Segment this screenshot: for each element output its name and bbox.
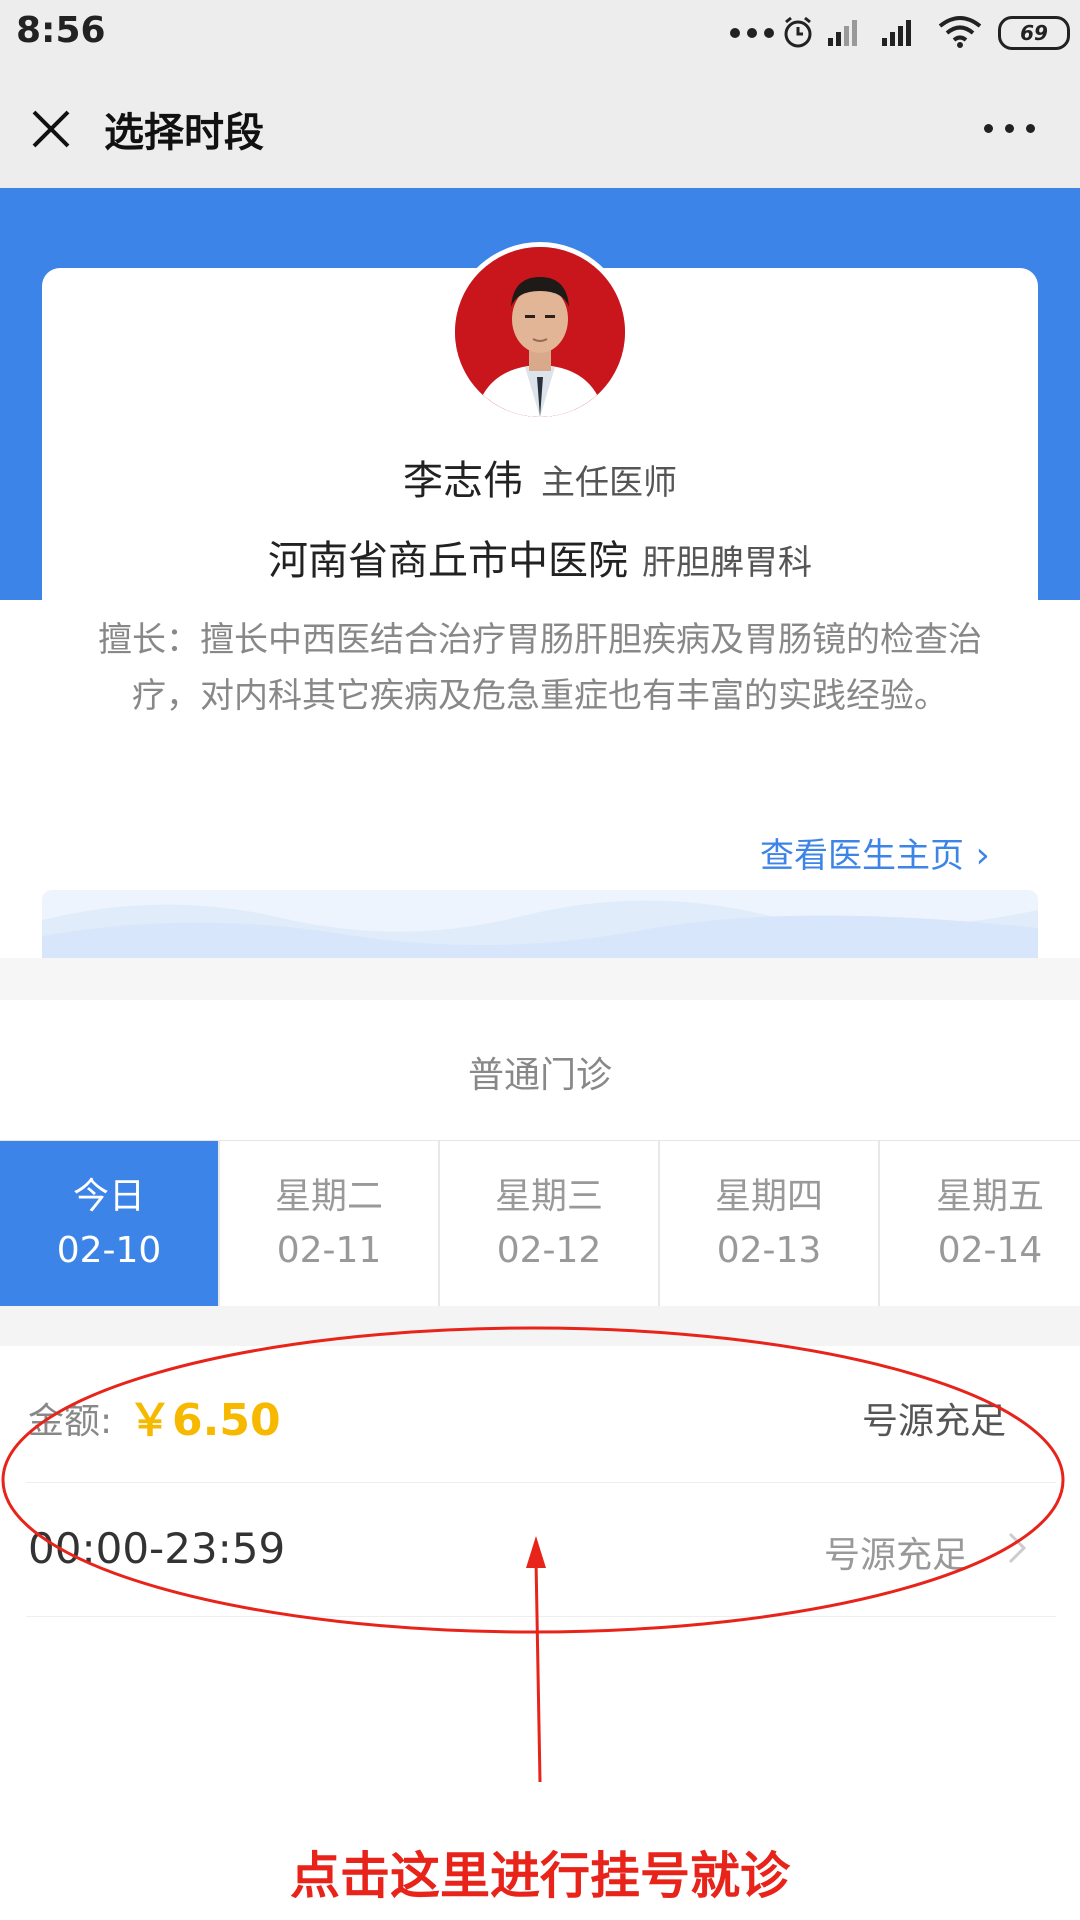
clinic-type: 普通门诊 xyxy=(467,1055,612,1096)
time-slot-status[interactable]: 号源充足 xyxy=(824,1526,968,1578)
chevron-right-icon: › xyxy=(964,835,990,876)
date-tab-4[interactable]: 星期五 02-14 xyxy=(880,1141,1080,1307)
card-wave-decoration xyxy=(42,890,1038,958)
date-tab-2[interactable]: 星期三 02-12 xyxy=(440,1141,660,1307)
status-time: 8:56 xyxy=(16,10,106,51)
date-tab-date: 02-12 xyxy=(496,1230,602,1271)
date-tab-date: 02-14 xyxy=(937,1230,1043,1271)
hospital-name: 河南省商丘市中医院 xyxy=(268,538,628,584)
date-tab-weekday: 星期四 xyxy=(714,1176,823,1217)
date-tab-0[interactable]: 今日 02-10 xyxy=(0,1141,220,1307)
doctor-specialty: 擅长：擅长中西医结合治疗胃肠肝胆疾病及胃肠镜的检查治疗，对内科其它疾病及危急重症… xyxy=(98,620,982,716)
doctor-name-line: 李志伟 主任医师 xyxy=(0,448,1080,506)
doctor-home-link[interactable]: 查看医生主页 › xyxy=(760,828,990,877)
department-name: 肝胆脾胃科 xyxy=(642,543,812,583)
divider xyxy=(26,1616,1056,1617)
date-tab-weekday: 今日 xyxy=(72,1176,145,1217)
doctor-avatar[interactable] xyxy=(450,242,630,422)
notification-dots-icon xyxy=(730,28,774,38)
date-tab-date: 02-11 xyxy=(276,1230,382,1271)
date-tab-weekday: 星期五 xyxy=(935,1176,1044,1217)
page-title: 选择时段 xyxy=(104,110,264,156)
fee-value: ￥6.50 xyxy=(128,1395,281,1446)
doctor-name: 李志伟 xyxy=(403,458,523,504)
date-tab-date: 02-13 xyxy=(716,1230,822,1271)
date-tab-1[interactable]: 星期二 02-11 xyxy=(220,1141,440,1307)
signal-icon-2 xyxy=(882,20,911,46)
date-tabs: 今日 02-10 星期二 02-11 星期三 02-12 星期四 02-13 星… xyxy=(0,1140,1080,1308)
doctor-title: 主任医师 xyxy=(541,463,677,503)
hospital-line: 河南省商丘市中医院 肝胆脾胃科 xyxy=(0,528,1080,586)
annotation-text: 点击这里进行挂号就诊 xyxy=(290,1847,790,1905)
time-slot[interactable]: 00:00-23:59 xyxy=(28,1524,285,1573)
more-icon[interactable] xyxy=(984,124,1035,133)
doctor-home-link-label[interactable]: 查看医生主页 xyxy=(760,836,964,876)
date-tab-weekday: 星期三 xyxy=(494,1176,603,1217)
date-tab-date: 02-10 xyxy=(56,1230,162,1271)
close-icon[interactable] xyxy=(26,104,76,154)
date-tab-weekday: 星期二 xyxy=(274,1176,383,1217)
battery-icon: 69 xyxy=(998,16,1070,50)
availability-status: 号源充足 xyxy=(862,1401,1007,1442)
date-tab-3[interactable]: 星期四 02-13 xyxy=(660,1141,880,1307)
section-divider xyxy=(0,958,1080,1000)
chevron-right-icon[interactable] xyxy=(1006,1530,1028,1566)
signal-icon xyxy=(828,20,857,46)
fee-label: 金额: xyxy=(28,1401,113,1442)
wifi-icon xyxy=(938,16,982,48)
divider xyxy=(26,1482,1056,1483)
alarm-icon xyxy=(784,16,812,48)
panel-gap xyxy=(0,1306,1080,1346)
